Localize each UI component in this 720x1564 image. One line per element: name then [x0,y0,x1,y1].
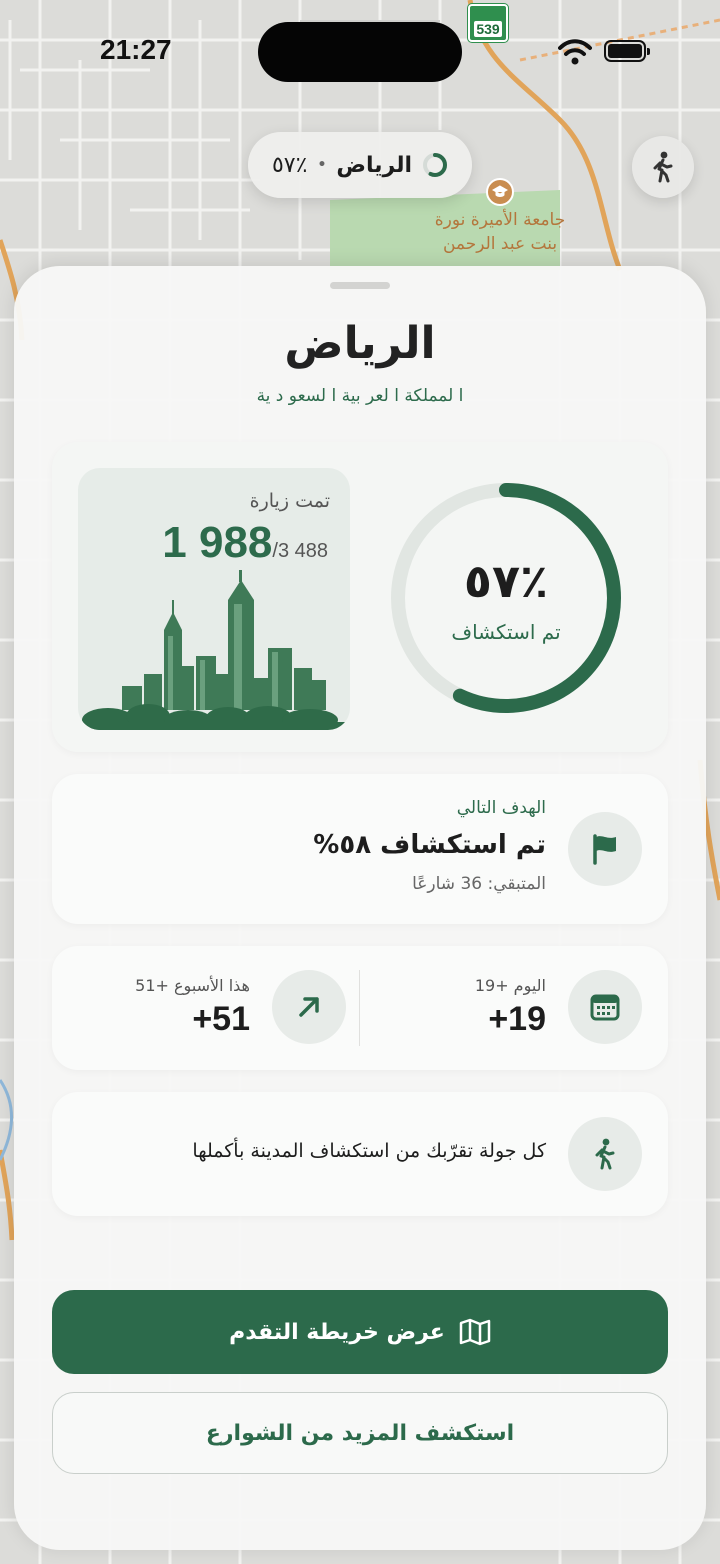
visited-label: تمت زيارة [249,490,330,512]
university-map-label: جامعة الأميرة نورة بنت عبد الرحمن [400,208,600,256]
view-progress-map-label: عرض خريطة التقدم [229,1319,445,1345]
week-value: +51 [192,1000,250,1038]
stats-divider [359,970,360,1046]
road-number: 539 [474,21,502,37]
motivation-tip-card: كل جولة تقرّبك من استكشاف المدينة بأكمله… [52,1092,668,1216]
exploration-progress-ring: ٪٥٧ تم استكشاف [386,478,626,718]
city-progress-pill[interactable]: الرياض • ٪٥٧ [248,132,472,198]
activity-stats-card: اليوم +19 +19 هذا الأسبوع +51 +51 [52,946,668,1070]
city-detail-sheet: الرياض ا لمملكة ا لعر بية ا لسعو د ية ٪٥… [14,266,706,1550]
today-label: اليوم +19 [474,976,546,995]
exploration-summary-card: ٪٥٧ تم استكشاف تمت زيارة 1 988 /3 488 [52,442,668,752]
explore-more-streets-button[interactable]: استكشف المزيد من الشوارع [52,1392,668,1474]
view-progress-map-button[interactable]: عرض خريطة التقدم [52,1290,668,1374]
calendar-icon [590,994,620,1021]
country-subtitle: ا لمملكة ا لعر بية ا لسعو د ية [256,386,464,406]
explored-label: تم استكشاف [451,620,561,644]
walking-mode-button[interactable] [632,136,694,198]
next-goal-card[interactable]: الهدف التالي تم استكشاف ٥٨% المتبقي: 36 … [52,774,668,924]
sheet-grabber[interactable] [330,282,390,289]
today-value: +19 [488,1000,546,1038]
university-pin-icon[interactable] [486,178,514,206]
city-title: الرياض [284,318,436,369]
wifi-icon [558,39,592,65]
city-skyline-illustration [78,570,350,730]
flag-icon [593,834,616,865]
walking-icon [653,151,673,183]
walking-icon-circle [568,1117,642,1191]
dynamic-island [258,22,462,82]
visited-number: 1 988 [162,518,273,567]
map-icon [459,1318,491,1346]
week-label: هذا الأسبوع +51 [135,976,250,995]
progress-ring-icon [423,153,448,177]
flag-icon-circle [568,812,642,886]
tip-text: كل جولة تقرّبك من استكشاف المدينة بأكمله… [192,1140,546,1162]
status-time: 21:27 [100,34,172,65]
next-goal-title: تم استكشاف ٥٨% [313,830,546,860]
next-goal-kicker: الهدف التالي [456,798,546,818]
pill-city-name: الرياض [336,152,413,178]
university-label-line1: جامعة الأميرة نورة [434,210,566,230]
walking-icon [595,1138,615,1170]
visited-streets-box: تمت زيارة 1 988 /3 488 [78,468,350,730]
road-sign: 539 [468,4,508,42]
next-goal-remaining: المتبقي: 36 شارعًا [412,874,546,894]
calendar-icon-circle [568,970,642,1044]
explored-percent: ٪٥٧ [463,554,549,608]
visited-total: /3 488 [272,540,328,562]
trend-icon-circle [272,970,346,1044]
visited-count: 1 988 /3 488 [162,518,330,568]
pill-percent: ٪٥٧ [271,152,308,178]
university-label-line2: بنت عبد الرحمن [442,234,558,254]
arrow-up-right-icon [299,997,319,1017]
pill-separator: • [317,157,327,173]
battery-icon [604,40,650,62]
explore-more-streets-label: استكشف المزيد من الشوارع [205,1420,515,1446]
